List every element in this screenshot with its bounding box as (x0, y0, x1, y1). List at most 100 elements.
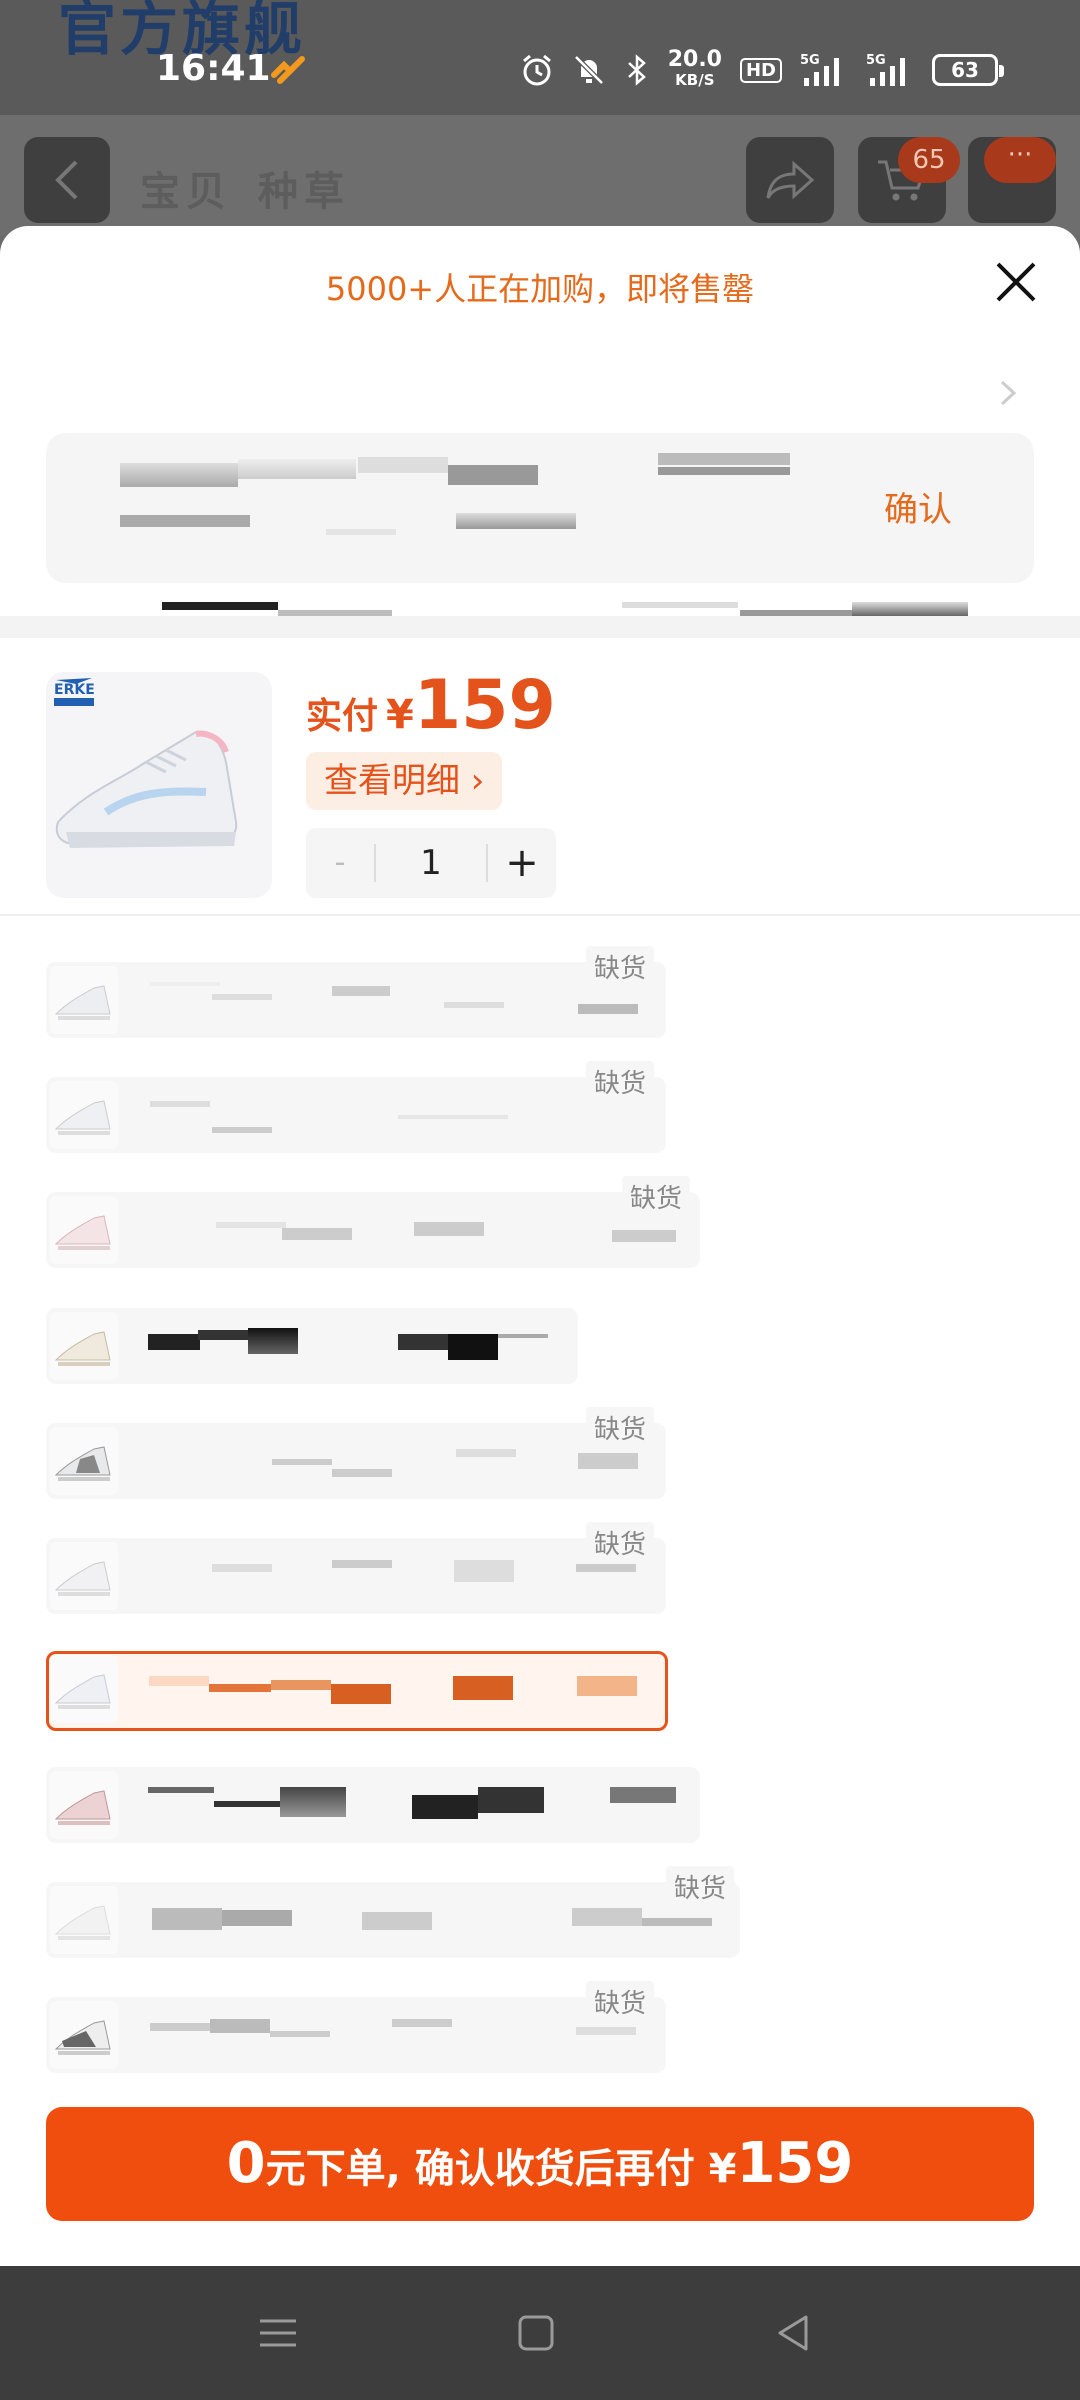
decrease-button[interactable]: - (306, 828, 374, 898)
redacted-text (332, 1469, 392, 1477)
redacted-text (214, 1801, 280, 1807)
increase-button[interactable]: + (488, 828, 556, 898)
redacted-text (120, 463, 238, 487)
variant-thumbnail (50, 1196, 118, 1264)
variant-option[interactable]: 缺货 (46, 946, 666, 1038)
menu-icon[interactable] (256, 2311, 300, 2355)
out-of-stock-tag: 缺货 (586, 946, 655, 987)
redacted-text (282, 1228, 352, 1240)
redacted-text (478, 1787, 544, 1813)
share-button[interactable] (746, 137, 834, 223)
redacted-text (577, 1676, 637, 1696)
variant-option[interactable]: 缺货 (46, 1522, 666, 1614)
price-value: 159 (413, 666, 556, 745)
cta-text: 元下单, 确认收货后再付 (265, 2146, 709, 2192)
tab-baobei[interactable]: 宝贝 (140, 169, 232, 215)
svg-text:ERKE: ERKE (54, 682, 95, 698)
redacted-text (610, 1787, 676, 1803)
back-button[interactable] (24, 137, 110, 223)
background-tabs: 宝贝 种草 (140, 159, 376, 217)
hd-badge: HD (739, 57, 782, 83)
clock: 16:41 (156, 48, 271, 89)
currency-symbol: ¥ (386, 692, 414, 738)
status-bar: 官方旗舰 16:41 20.0 KB/S HD 5G 5G 63 (0, 0, 1080, 115)
redacted-text (576, 2027, 636, 2035)
chevron-left-icon (55, 160, 78, 200)
redacted-text (216, 1222, 286, 1228)
redacted-text (572, 1908, 642, 1926)
cta-zero-amount: 0 (226, 2131, 266, 2196)
variant-thumbnail (50, 1542, 118, 1610)
redacted-text (210, 2019, 270, 2033)
redacted-text (456, 1449, 516, 1457)
quantity-stepper: - 1 + (306, 828, 556, 898)
redacted-text (150, 1101, 210, 1107)
redacted-text (392, 2019, 452, 2027)
redacted-text (578, 1004, 638, 1014)
redacted-text (454, 1560, 514, 1582)
tab-zhongcao[interactable]: 种草 (258, 169, 350, 215)
variant-option[interactable]: 缺货 (46, 1061, 666, 1153)
variant-option[interactable] (46, 1308, 578, 1384)
product-image[interactable]: ERKE (46, 672, 272, 898)
redacted-text (270, 2031, 330, 2037)
redacted-text (498, 1334, 548, 1338)
redacted-text (398, 1334, 448, 1350)
redacted-text (444, 1002, 504, 1008)
variant-option[interactable]: 缺货 (46, 1176, 700, 1268)
cta-price: 159 (736, 2131, 854, 2196)
redacted-text (326, 529, 396, 535)
redacted-text (271, 1680, 331, 1690)
system-icons: 20.0 KB/S HD 5G 5G 63 (520, 49, 1004, 90)
redacted-text (578, 1453, 638, 1469)
redacted-text (642, 1918, 712, 1926)
view-details-button[interactable]: 查看明细 › (306, 752, 503, 810)
variant-option[interactable]: 缺货 (46, 1866, 740, 1958)
pay-later-order-button[interactable]: 0元下单, 确认收货后再付 ¥159 (46, 2107, 1034, 2221)
out-of-stock-tag: 缺货 (586, 1981, 655, 2022)
quantity-value[interactable]: 1 (376, 828, 486, 898)
redacted-text (248, 1328, 298, 1354)
out-of-stock-tag: 缺货 (622, 1176, 691, 1217)
redacted-text (238, 459, 356, 479)
variant-option-selected[interactable] (46, 1651, 668, 1731)
redacted-text (212, 1127, 272, 1133)
redacted-text (198, 1330, 248, 1340)
out-of-stock-tag: 缺货 (586, 1522, 655, 1563)
more-badge: ··· (984, 137, 1056, 183)
redacted-text (332, 1560, 392, 1568)
redacted-text (150, 2023, 210, 2031)
variant-option[interactable] (46, 1767, 700, 1843)
share-icon (766, 160, 815, 200)
variant-option[interactable]: 缺货 (46, 1981, 666, 2073)
redacted-text (148, 1334, 200, 1350)
svg-text:5G: 5G (866, 53, 886, 68)
redacted-text (280, 1787, 346, 1817)
redacted-text (412, 1795, 478, 1819)
signal-icon-2: 5G (866, 53, 905, 86)
redacted-text (453, 1676, 513, 1700)
sneaker-image: ERKE (54, 678, 238, 848)
urgency-banner: 5000+人正在加购，即将售罄 (325, 270, 755, 308)
confirm-button[interactable]: 确认 (884, 482, 952, 531)
background-page-header: 宝贝 种草 65 ··· (0, 115, 1080, 235)
app-notification-icon (271, 56, 305, 84)
variant-thumbnail (50, 1771, 118, 1839)
home-icon[interactable] (514, 2311, 558, 2355)
variant-thumbnail (50, 1655, 118, 1723)
redacted-text (448, 1334, 498, 1360)
redacted-text (222, 1910, 292, 1926)
back-icon[interactable] (772, 2311, 816, 2355)
redacted-text (331, 1684, 391, 1704)
out-of-stock-tag: 缺货 (586, 1061, 655, 1102)
variant-option[interactable]: 缺货 (46, 1407, 666, 1499)
close-icon[interactable] (990, 256, 1042, 308)
divider (0, 914, 1080, 916)
variant-thumbnail (50, 2001, 118, 2069)
variant-thumbnail (50, 1081, 118, 1149)
redacted-text (576, 1564, 636, 1572)
redacted-text (272, 1459, 332, 1465)
sku-selection-sheet: 5000+人正在加购，即将售罄 确认 ERKE 实付 ¥159 查看明细 › -… (0, 226, 1080, 2266)
address-row[interactable] (0, 366, 1080, 436)
cta-currency: ¥ (708, 2146, 737, 2192)
